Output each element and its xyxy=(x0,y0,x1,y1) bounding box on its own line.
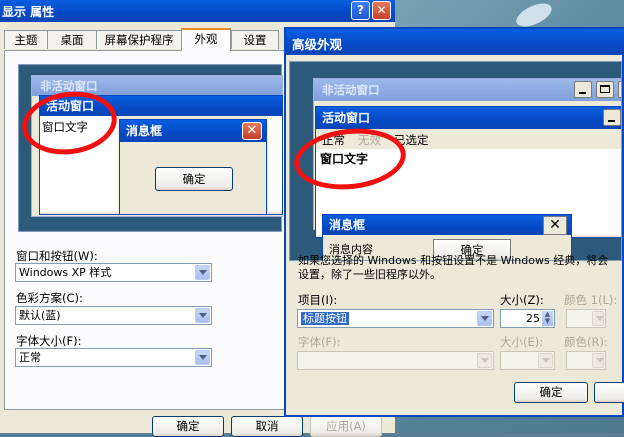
color-scheme-select[interactable]: 默认(蓝) xyxy=(15,306,212,325)
inactive-caption: 非活动窗口 xyxy=(32,76,282,96)
preview-scroll-area xyxy=(268,116,282,212)
chevron-down-icon[interactable] xyxy=(477,353,492,368)
preview-message-box: 消息框 ✕ 确定 xyxy=(119,119,267,215)
menu-selected[interactable]: 已选定 xyxy=(394,132,429,148)
message-box-close[interactable]: ✕ xyxy=(242,122,262,140)
apply-button[interactable]: 应用(A) xyxy=(310,416,382,437)
size-value: 25 xyxy=(526,312,540,325)
advanced-ok-button[interactable]: 确定 xyxy=(514,382,588,403)
font-size-select[interactable]: 正常 xyxy=(15,348,212,367)
adv-menu-bar: 正常 无效 已选定 xyxy=(316,129,621,149)
font-label: 字体(F): xyxy=(298,335,341,349)
size-spinner[interactable]: 25 ▲ ▼ xyxy=(500,309,555,328)
size-label: 大小(Z): xyxy=(500,293,544,307)
maximize-icon[interactable] xyxy=(596,81,614,98)
chevron-down-icon[interactable] xyxy=(592,353,604,368)
windows-buttons-value: Windows XP 样式 xyxy=(19,266,112,279)
tab-settings[interactable]: 设置 xyxy=(231,30,279,49)
font-color-label: 颜色(R): xyxy=(564,335,608,349)
color1-picker[interactable] xyxy=(566,309,606,328)
cancel-button[interactable]: 取消 xyxy=(231,416,303,437)
minimize-icon[interactable] xyxy=(603,109,621,126)
advanced-cancel-button[interactable] xyxy=(594,382,624,403)
close-icon: ✕ xyxy=(246,123,258,138)
compat-note-2: 设置，除了一些旧程序以外。 xyxy=(298,268,441,281)
dialog-title: 高级外观 xyxy=(292,37,343,52)
windows-buttons-label: 窗口和按钮(W): xyxy=(16,249,98,263)
minimize-icon[interactable] xyxy=(574,81,592,98)
chevron-down-icon[interactable] xyxy=(538,353,553,368)
spinner-arrows-icon[interactable]: ▲ ▼ xyxy=(542,311,553,326)
adv-message-caption: 消息框 xyxy=(323,215,571,235)
font-color-picker[interactable] xyxy=(566,351,606,370)
chevron-down-icon[interactable] xyxy=(195,350,210,365)
item-select[interactable]: 标题按钮 xyxy=(297,309,494,328)
font-size-label: 大小(E): xyxy=(500,335,544,349)
font-size-value: 正常 xyxy=(19,351,41,364)
close-icon[interactable]: ✕ xyxy=(543,216,567,235)
preview-ok-button[interactable]: 确定 xyxy=(155,167,233,191)
item-value: 标题按钮 xyxy=(301,312,349,325)
appearance-preview: 非活动窗口 活动窗口 窗口文字 消息框 ✕ 确定 xyxy=(18,64,283,232)
font-size-select[interactable] xyxy=(500,351,555,370)
font-size-label: 字体大小(F): xyxy=(16,334,82,348)
tab-desktop[interactable]: 桌面 xyxy=(47,30,97,49)
advanced-preview: 非活动窗口 活动窗口 正常 无效 已选定 窗口文字 消息框 ✕ 消息内容 确定 xyxy=(289,61,622,261)
item-label: 项目(I): xyxy=(298,293,338,307)
close-button[interactable]: ✕ xyxy=(372,1,391,20)
tab-appearance[interactable]: 外观 xyxy=(181,28,231,51)
color-scheme-value: 默认(蓝) xyxy=(19,309,61,322)
ok-button[interactable]: 确定 xyxy=(152,416,224,437)
display-properties-titlebar[interactable]: 显示 属性 ? ✕ xyxy=(0,0,395,22)
menu-normal[interactable]: 正常 xyxy=(322,132,345,148)
color1-label: 颜色 1(L): xyxy=(564,293,618,307)
close-icon[interactable] xyxy=(618,81,621,98)
adv-active-caption: 活动窗口 xyxy=(316,107,621,129)
help-icon: ? xyxy=(357,3,364,17)
chevron-down-icon[interactable] xyxy=(195,308,210,323)
font-select[interactable] xyxy=(297,351,494,370)
chevron-down-icon[interactable] xyxy=(195,265,210,280)
color-scheme-label: 色彩方案(C): xyxy=(16,291,83,305)
window-title: 显示 属性 xyxy=(2,5,55,19)
windows-buttons-select[interactable]: Windows XP 样式 xyxy=(15,263,212,282)
menu-disabled: 无效 xyxy=(358,133,381,147)
chevron-down-icon[interactable] xyxy=(592,311,604,326)
chevron-down-icon[interactable] xyxy=(477,311,492,326)
advanced-appearance-dialog: 高级外观 非活动窗口 活动窗口 正常 无效 已选定 窗口文字 消息框 ✕ 消息内… xyxy=(284,27,624,417)
preview-window-body: 窗口文字 xyxy=(40,116,118,212)
advanced-titlebar[interactable]: 高级外观 xyxy=(286,29,624,55)
tab-themes[interactable]: 主题 xyxy=(4,30,48,49)
active-caption: 活动窗口 xyxy=(40,96,282,116)
close-icon: ✕ xyxy=(376,3,387,17)
adv-window-text: 窗口文字 xyxy=(320,152,369,166)
help-button[interactable]: ? xyxy=(351,1,370,20)
tab-screensaver[interactable]: 屏幕保护程序 xyxy=(96,30,182,49)
preview-window-text: 窗口文字 xyxy=(42,120,88,134)
